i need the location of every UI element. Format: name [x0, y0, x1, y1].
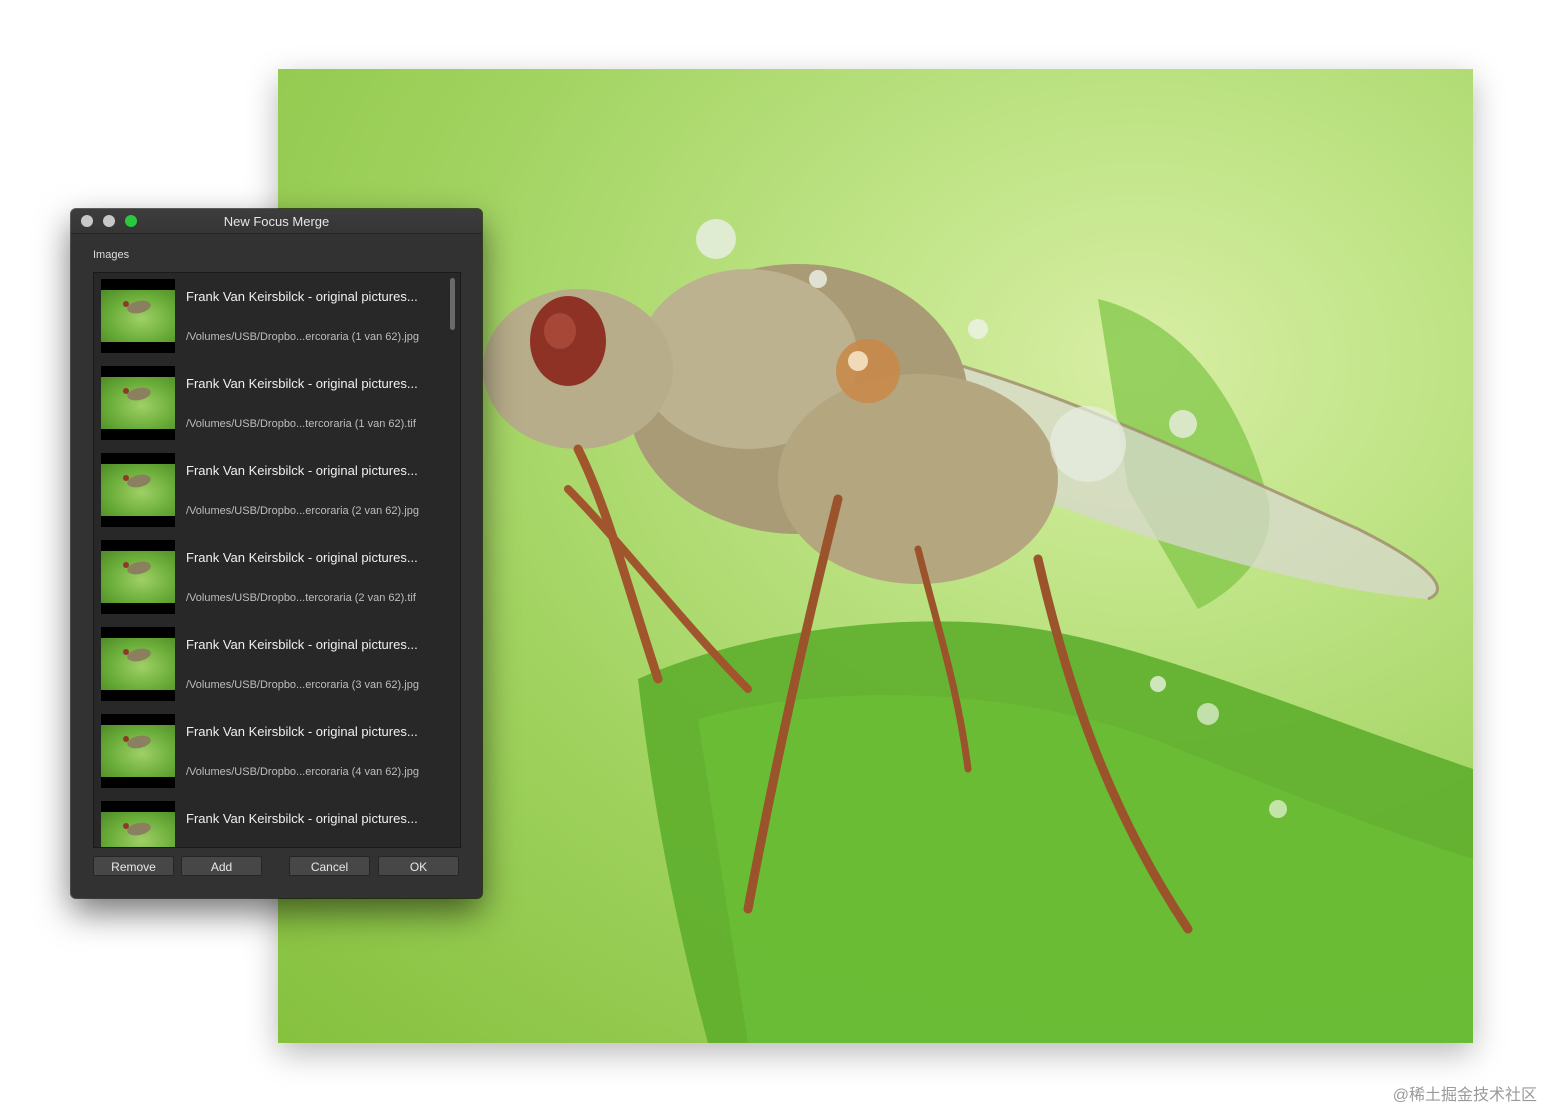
window-title: New Focus Merge [223, 214, 330, 229]
image-list-item[interactable]: Frank Van Keirsbilck - original pictures… [94, 273, 444, 360]
cancel-button[interactable]: Cancel [289, 856, 370, 876]
image-path: /Volumes/USB/Dropbo...ercoraria (2 van 6… [186, 505, 419, 517]
image-title: Frank Van Keirsbilck - original pictures… [186, 463, 418, 478]
footer-credit: @稀土掘金技术社区 [1392, 1087, 1537, 1104]
new-focus-merge-dialog: New Focus Merge Images Frank Van Keirsbi… [71, 209, 482, 898]
title-bar[interactable]: New Focus Merge [71, 209, 482, 234]
image-title: Frank Van Keirsbilck - original pictures… [186, 637, 418, 652]
image-list-item[interactable]: Frank Van Keirsbilck - original pictures… [94, 534, 444, 621]
image-path: /Volumes/USB/Dropbo...ercoraria (3 van 6… [186, 679, 419, 691]
image-list-item[interactable]: Frank Van Keirsbilck - original pictures… [94, 360, 444, 447]
image-thumbnail [101, 453, 175, 527]
image-title: Frank Van Keirsbilck - original pictures… [186, 811, 418, 826]
remove-button[interactable]: Remove [93, 856, 174, 876]
image-path: /Volumes/USB/Dropbo...tercoraria (2 van … [186, 592, 416, 604]
image-title: Frank Van Keirsbilck - original pictures… [186, 289, 418, 304]
image-path: /Volumes/USB/Dropbo...tercoraria (1 van … [186, 418, 416, 430]
image-list-item[interactable]: Frank Van Keirsbilck - original pictures… [94, 708, 444, 795]
image-thumbnail [101, 540, 175, 614]
image-path: /Volumes/USB/Dropbo...ercoraria (4 van 6… [186, 766, 419, 778]
images-section-label: Images [93, 249, 130, 261]
add-button[interactable]: Add [181, 856, 262, 876]
list-scrollbar[interactable] [450, 278, 455, 330]
image-thumbnail [101, 627, 175, 701]
image-path: /Volumes/USB/Dropbo...ercoraria (1 van 6… [186, 331, 419, 343]
image-title: Frank Van Keirsbilck - original pictures… [186, 376, 418, 391]
image-thumbnail [101, 801, 175, 847]
ok-button[interactable]: OK [378, 856, 459, 876]
image-thumbnail [101, 714, 175, 788]
image-list-item[interactable]: Frank Van Keirsbilck - original pictures… [94, 621, 444, 708]
images-list[interactable]: Frank Van Keirsbilck - original pictures… [93, 272, 461, 848]
image-thumbnail [101, 279, 175, 353]
image-thumbnail [101, 366, 175, 440]
image-list-item[interactable]: Frank Van Keirsbilck - original pictures… [94, 447, 444, 534]
image-title: Frank Van Keirsbilck - original pictures… [186, 550, 418, 565]
image-title: Frank Van Keirsbilck - original pictures… [186, 724, 418, 739]
image-list-item[interactable]: Frank Van Keirsbilck - original pictures… [94, 795, 444, 847]
